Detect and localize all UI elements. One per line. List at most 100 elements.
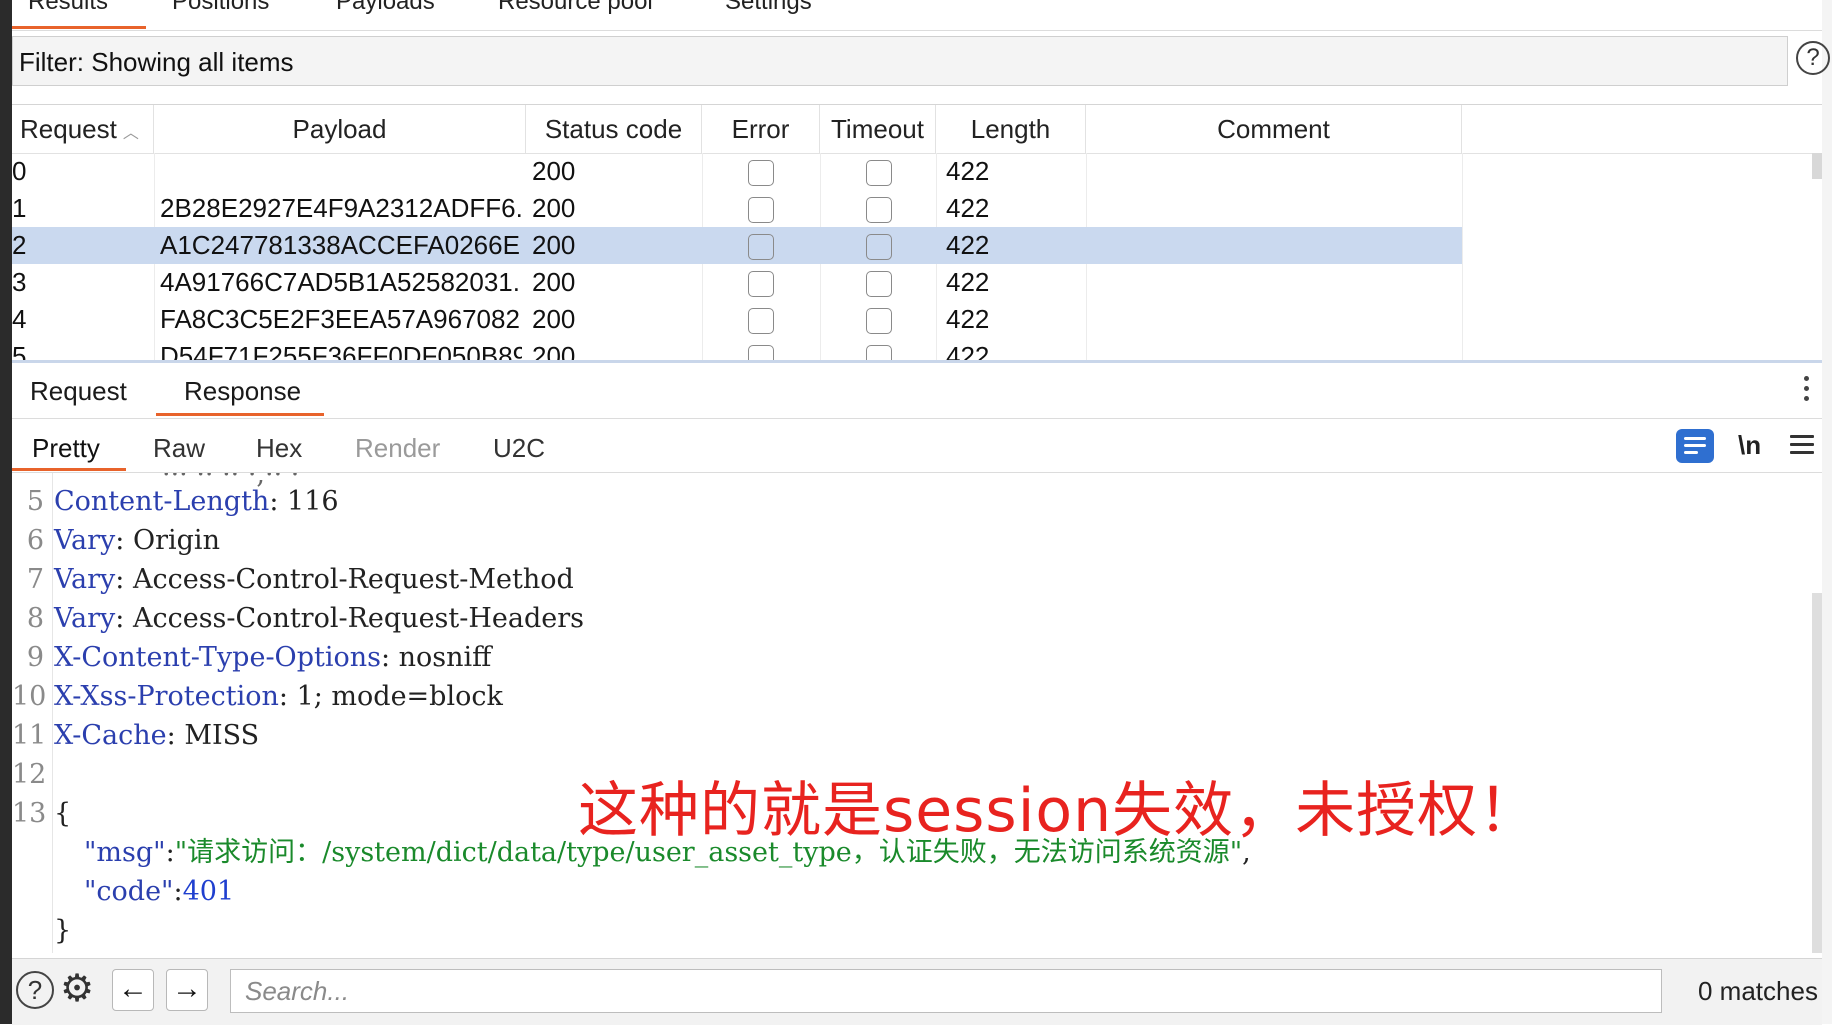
sort-ascending-icon: ︿ [122, 125, 139, 142]
header-name: Vary [54, 564, 116, 595]
line-number: 13 [12, 798, 47, 829]
pane-splitter[interactable] [12, 360, 1822, 363]
filter-bar[interactable]: Filter: Showing all items [12, 36, 1788, 86]
cell-length: 422 [946, 304, 990, 334]
cell-request: 4 [12, 304, 27, 334]
timeout-checkbox [866, 234, 892, 260]
wrap-lines-icon[interactable] [1676, 429, 1714, 463]
header-value: Origin [132, 525, 220, 556]
header-value: 1; mode=block [296, 681, 503, 712]
header-name: X-Xss-Protection [54, 681, 279, 712]
json-value-code: 401 [182, 876, 235, 907]
table-row-selected[interactable]: 2 A1C247781338ACCEFA0266E... 200 422 [12, 227, 1462, 264]
help-icon[interactable]: ? [16, 971, 54, 1009]
editor-scrollbar[interactable] [1812, 593, 1822, 953]
header-name: Vary [54, 525, 116, 556]
help-icon[interactable]: ? [1796, 41, 1830, 75]
header-value: Access-Control-Request-Method [132, 564, 574, 595]
line-number: 7 [26, 564, 44, 595]
line-number: 5 [26, 486, 44, 517]
table-row[interactable]: 5 D54F71F255F36FF0DF050B89 200 422 [12, 338, 1462, 361]
search-input[interactable] [230, 969, 1662, 1013]
tab-hex[interactable]: Hex [256, 433, 302, 464]
column-header-request[interactable]: Request ︿ [12, 105, 154, 153]
timeout-checkbox [866, 308, 892, 334]
gear-icon[interactable]: ⚙ [60, 969, 94, 1009]
response-editor[interactable]: ··· ·· ·· ·,·· · 5 Content-Length: 116 6… [12, 473, 1822, 953]
tab-response[interactable]: Response [184, 376, 301, 407]
column-divider [1462, 153, 1463, 361]
table-scrollbar[interactable] [1812, 153, 1822, 179]
message-tab-bar: Request Response [12, 368, 1822, 419]
json-open-brace: { [54, 798, 72, 829]
cell-length: 422 [946, 230, 990, 260]
cell-payload [160, 153, 522, 190]
cell-payload: A1C247781338ACCEFA0266E... [160, 230, 522, 260]
header-name: Content-Length [54, 486, 270, 517]
table-header: Request ︿ Payload Status code Error Timeo… [12, 105, 1822, 154]
tab-u2c[interactable]: U2C [493, 433, 545, 464]
line-number: 10 [12, 681, 47, 712]
column-header-status-code[interactable]: Status code [526, 105, 702, 153]
cell-status-code: 200 [532, 156, 576, 186]
error-checkbox [748, 234, 774, 260]
filter-text: Filter: Showing all items [19, 47, 294, 77]
json-key-code: "code" [84, 876, 174, 907]
table-row[interactable]: 3 4A91766C7AD5B1A52582031... 200 422 [12, 264, 1462, 301]
cell-status-code: 200 [532, 230, 576, 260]
column-header-length[interactable]: Length [936, 105, 1086, 153]
table-row[interactable]: 1 2B28E2927E4F9A2312ADFF6... 200 422 [12, 190, 1462, 227]
column-header-payload[interactable]: Payload [154, 105, 526, 153]
tab-results[interactable]: Results [28, 0, 108, 16]
menu-icon[interactable] [1790, 435, 1814, 459]
column-header-timeout[interactable]: Timeout [820, 105, 936, 153]
cell-length: 422 [946, 267, 990, 297]
error-checkbox [748, 197, 774, 223]
line-number: 11 [12, 720, 47, 751]
header-value: Access-Control-Request-Headers [132, 603, 585, 634]
line-gutter [52, 473, 53, 953]
cell-request: 2 [12, 230, 27, 260]
column-header-error[interactable]: Error [702, 105, 820, 153]
tab-results-underline [12, 26, 146, 29]
table-row[interactable]: 4 FA8C3C5E2F3EEA57A967082... 200 422 [12, 301, 1462, 338]
tab-payloads[interactable]: Payloads [336, 0, 435, 16]
json-close-brace: } [54, 915, 72, 946]
header-name: X-Cache [54, 720, 167, 751]
header-value: nosniff [398, 642, 492, 673]
match-count: 0 matches [1698, 976, 1818, 1006]
timeout-checkbox [866, 345, 892, 361]
show-newlines-button[interactable]: \n [1738, 430, 1761, 461]
cell-status-code: 200 [532, 341, 576, 361]
tab-render[interactable]: Render [355, 433, 440, 464]
header-name: X-Content-Type-Options [54, 642, 381, 673]
json-key-msg: "msg" [84, 837, 166, 868]
cell-request: 0 [12, 156, 27, 186]
error-checkbox [748, 308, 774, 334]
table-row[interactable]: 0 200 422 [12, 153, 1462, 190]
results-table: Request ︿ Payload Status code Error Timeo… [12, 104, 1822, 361]
cell-length: 422 [946, 193, 990, 223]
view-tab-bar: Pretty Raw Hex Render U2C \n [12, 420, 1822, 473]
tab-settings[interactable]: Settings [725, 0, 812, 16]
arrow-right-icon[interactable]: → [166, 969, 208, 1011]
header-value: MISS [184, 720, 260, 751]
cell-payload: FA8C3C5E2F3EEA57A967082... [160, 304, 522, 334]
cell-length: 422 [946, 156, 990, 186]
search-bar: ? ⚙ ← → 0 matches [12, 958, 1822, 1025]
line-number: 9 [26, 642, 44, 673]
tab-resource-pool[interactable]: Resource pool [498, 0, 653, 16]
error-checkbox [748, 271, 774, 297]
kebab-icon[interactable] [1804, 376, 1810, 406]
cell-status-code: 200 [532, 304, 576, 334]
line-number: 8 [26, 603, 44, 634]
tab-positions[interactable]: Positions [172, 0, 269, 16]
arrow-left-icon[interactable]: ← [112, 969, 154, 1011]
tab-raw[interactable]: Raw [153, 433, 205, 464]
top-tab-bar: Results Positions Payloads Resource pool… [12, 0, 1822, 31]
tab-pretty[interactable]: Pretty [32, 433, 100, 464]
cell-length: 422 [946, 341, 990, 361]
cell-payload: 4A91766C7AD5B1A52582031... [160, 267, 522, 297]
tab-request[interactable]: Request [30, 376, 127, 407]
column-header-comment[interactable]: Comment [1086, 105, 1462, 153]
